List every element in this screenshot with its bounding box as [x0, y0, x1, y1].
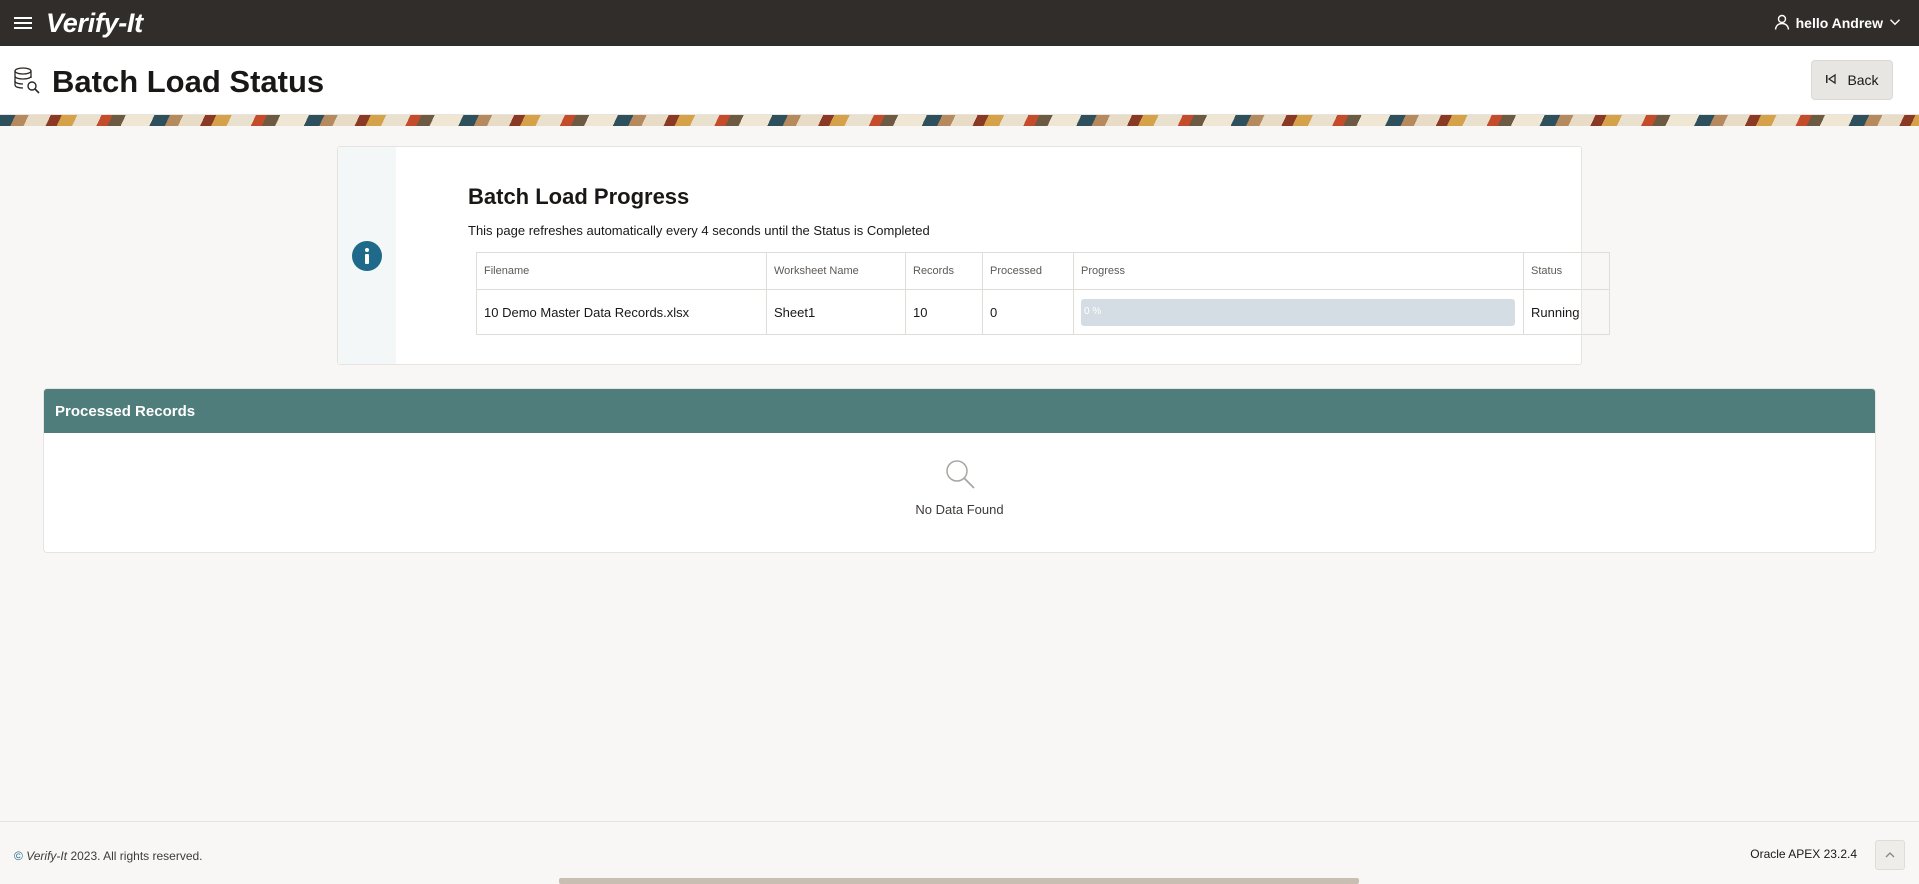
- region-title: Processed Records: [55, 402, 196, 420]
- table-header-row: Filename Worksheet Name Records Processe…: [476, 252, 1610, 290]
- scroll-to-top-button[interactable]: [1875, 840, 1905, 870]
- batch-progress-alert: Batch Load Progress This page refreshes …: [337, 146, 1610, 365]
- progress-bar-label: 0 %: [1084, 305, 1102, 317]
- search-icon: [44, 457, 1875, 491]
- back-button[interactable]: Back: [1811, 60, 1893, 100]
- alert-icon-column: [338, 147, 396, 364]
- skip-back-icon: [1825, 72, 1837, 88]
- decorative-banner: [0, 115, 1919, 126]
- chevron-up-icon: [1885, 846, 1895, 864]
- table-row: 10 Demo Master Data Records.xlsx Sheet1 …: [476, 289, 1610, 335]
- database-search-icon: [12, 66, 42, 96]
- alert-title: Batch Load Progress: [468, 184, 690, 209]
- alert-text: This page refreshes automatically every …: [468, 223, 930, 238]
- col-progress: Progress: [1073, 252, 1524, 290]
- col-filename: Filename: [476, 252, 767, 290]
- user-icon: [1774, 14, 1790, 33]
- footer-version: Oracle APEX 23.2.4: [1750, 847, 1857, 861]
- copyright-symbol: ©: [14, 849, 23, 863]
- no-data-message: No Data Found: [44, 457, 1875, 519]
- cell-status: Running: [1523, 289, 1610, 335]
- cell-filename: 10 Demo Master Data Records.xlsx: [476, 289, 767, 335]
- footer-copyright: © Verify-It 2023. All rights reserved.: [14, 849, 203, 863]
- col-worksheet: Worksheet Name: [766, 252, 906, 290]
- page-title: Batch Load Status: [52, 64, 325, 99]
- progress-table: Filename Worksheet Name Records Processe…: [476, 252, 1610, 335]
- chevron-down-icon: [1889, 15, 1901, 31]
- top-navigation-bar: Verify-It hello Andrew: [0, 0, 1919, 46]
- taskbar-preview: [559, 878, 1359, 884]
- page-footer: © Verify-It 2023. All rights reserved. O…: [0, 821, 1919, 884]
- col-records: Records: [905, 252, 983, 290]
- processed-records-region: Processed Records No Data Found: [43, 388, 1876, 553]
- region-header: Processed Records: [44, 389, 1875, 433]
- back-button-label: Back: [1847, 72, 1879, 88]
- cell-progress: 0 %: [1073, 289, 1524, 335]
- col-processed: Processed: [982, 252, 1074, 290]
- no-data-text: No Data Found: [915, 502, 1004, 517]
- alert-body: Batch Load Progress This page refreshes …: [396, 147, 1610, 364]
- progress-bar: 0 %: [1081, 298, 1515, 326]
- hamburger-icon[interactable]: [0, 0, 46, 46]
- footer-brand: Verify-It: [26, 849, 68, 863]
- app-title[interactable]: Verify-It: [46, 8, 143, 39]
- cell-worksheet: Sheet1: [766, 289, 906, 335]
- cell-processed: 0: [982, 289, 1074, 335]
- user-menu[interactable]: hello Andrew: [1774, 0, 1901, 46]
- user-label: hello Andrew: [1795, 15, 1883, 31]
- footer-copyright-text: 2023. All rights reserved.: [70, 849, 203, 863]
- col-status: Status: [1523, 252, 1610, 290]
- page-header: Batch Load Status Back: [0, 46, 1919, 115]
- info-icon: [352, 240, 382, 271]
- cell-records: 10: [905, 289, 983, 335]
